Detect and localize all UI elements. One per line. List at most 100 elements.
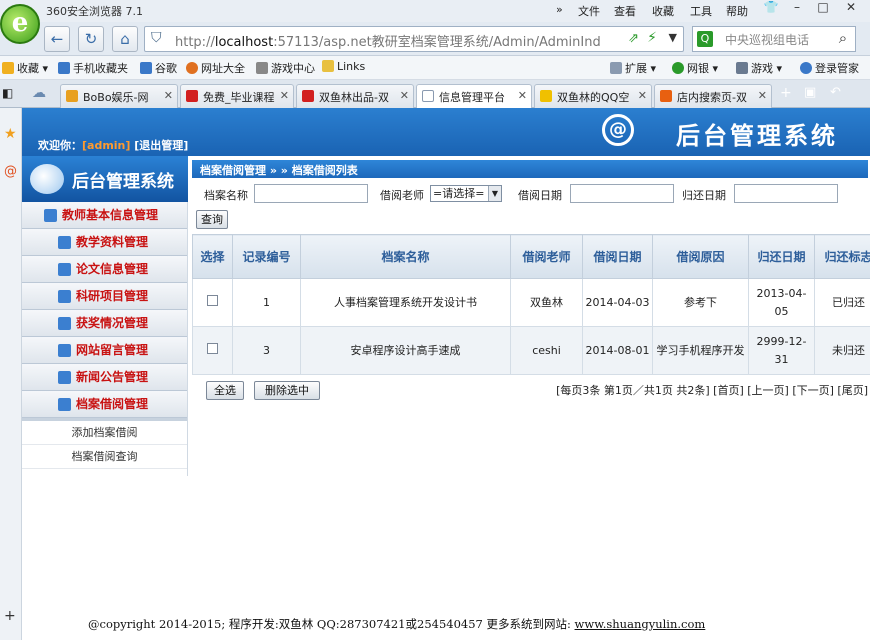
- bookmark-games[interactable]: 游戏 ▾: [736, 60, 782, 76]
- column-header: 借阅原因: [652, 234, 749, 279]
- table-row: 3 安卓程序设计高手速成 ceshi 2014-08-01 学习手机程序开发 2…: [192, 326, 870, 375]
- tab-close-icon[interactable]: ✕: [400, 89, 409, 102]
- skin-icon[interactable]: 👕: [760, 0, 782, 18]
- column-header: 借阅日期: [582, 234, 653, 279]
- archive-name-label: 档案名称: [204, 189, 248, 202]
- teacher-select[interactable]: =请选择= ▼: [430, 185, 502, 202]
- tab-close-icon[interactable]: ✕: [758, 89, 767, 102]
- address-bar[interactable]: ⛉ http://localhost:57113/asp.net教研室档案管理系…: [144, 26, 684, 52]
- tab-favicon-icon: [66, 90, 78, 102]
- cloud-icon[interactable]: ☁: [32, 85, 46, 101]
- bolt-icon[interactable]: ⚡: [647, 30, 657, 46]
- footer-website-link[interactable]: www.shuangyulin.com: [575, 617, 706, 631]
- sidebar-item-research[interactable]: 科研项目管理: [22, 283, 187, 310]
- sidebar-link-add-borrow[interactable]: 添加档案借阅: [22, 421, 187, 445]
- browser-window: 360安全浏览器 7.1 » 文件 查看 收藏 工具 帮助 👕 – □ ✕ e …: [0, 0, 870, 640]
- people-icon: [30, 164, 64, 194]
- tab-list-icon[interactable]: ▣: [804, 85, 816, 100]
- back-icon[interactable]: ←: [44, 26, 70, 52]
- refresh-icon[interactable]: ↻: [78, 26, 104, 52]
- minimize-icon[interactable]: –: [786, 0, 808, 18]
- main-panel: 档案借阅管理 » » 档案借阅列表 档案名称 借阅老师 =请选择= ▼ 借阅日期 …: [192, 156, 870, 616]
- tab-bobo[interactable]: BoBo娱乐-网 ✕: [60, 84, 178, 108]
- borrow-date-input[interactable]: [570, 184, 674, 203]
- close-icon[interactable]: ✕: [840, 0, 862, 18]
- bookmark-favorites[interactable]: 收藏 ▾: [2, 60, 48, 76]
- bookmark-extensions[interactable]: 扩展 ▾: [610, 60, 656, 76]
- menu-favorites[interactable]: 收藏: [652, 3, 674, 19]
- sidebar-logo-text: 后台管理系统: [72, 172, 174, 192]
- chevron-down-icon[interactable]: ▼: [669, 31, 677, 44]
- menu-icon: [58, 344, 71, 357]
- record-id: 3: [232, 326, 301, 375]
- menu-double-arrow-icon[interactable]: »: [556, 3, 563, 16]
- tab-info-platform[interactable]: 信息管理平台 ✕: [416, 84, 532, 109]
- chevron-down-icon[interactable]: ▼: [488, 186, 501, 201]
- logout-link[interactable]: [退出管理]: [134, 139, 188, 152]
- sidebar-item-teaching-material[interactable]: 教学资料管理: [22, 229, 187, 256]
- sidebar-item-awards[interactable]: 获奖情况管理: [22, 310, 187, 337]
- column-header: 选择: [192, 234, 233, 279]
- menu-icon: [58, 263, 71, 276]
- sidebar-toggle-icon[interactable]: ◧: [2, 86, 13, 100]
- sidebar-menu: 教师基本信息管理 教学资料管理 论文信息管理 科研项目管理 获奖情况管理 网站留…: [22, 202, 188, 476]
- archive-name-input[interactable]: [254, 184, 368, 203]
- bookmark-login-manager[interactable]: 登录管家: [800, 60, 859, 76]
- borrow-teacher: 双鱼林: [510, 278, 583, 327]
- menu-help[interactable]: 帮助: [726, 3, 748, 19]
- tab-close-icon[interactable]: ✕: [638, 89, 647, 102]
- sidebar-item-papers[interactable]: 论文信息管理: [22, 256, 187, 283]
- return-date: 2013-04-05: [748, 278, 815, 327]
- query-button[interactable]: 查询: [196, 210, 228, 229]
- sidebar-item-teacher-info[interactable]: 教师基本信息管理: [22, 202, 187, 229]
- menu-icon: [58, 371, 71, 384]
- navigation-bar: ← ↻ ⌂ ⛉ http://localhost:57113/asp.net教研…: [0, 22, 870, 56]
- return-date-input[interactable]: [734, 184, 838, 203]
- sidebar-item-messages[interactable]: 网站留言管理: [22, 337, 187, 364]
- search-icon[interactable]: ⌕: [830, 26, 856, 52]
- tab-close-icon[interactable]: ✕: [164, 89, 173, 102]
- tab-favicon-icon: [660, 90, 672, 102]
- tab-qq-space[interactable]: 双鱼林的QQ空 ✕: [534, 84, 652, 108]
- new-tab-icon[interactable]: +: [780, 85, 792, 101]
- home-icon[interactable]: ⌂: [112, 26, 138, 52]
- user-name: [admin]: [82, 139, 131, 152]
- tab-close-icon[interactable]: ✕: [518, 89, 527, 102]
- bookmark-games-center[interactable]: 游戏中心: [256, 60, 315, 76]
- row-checkbox[interactable]: [207, 342, 218, 354]
- bookmark-google[interactable]: 谷歌: [140, 60, 177, 76]
- sidebar-submenu: 添加档案借阅 档案借阅查询: [22, 418, 187, 469]
- pagination[interactable]: [每页3条 第1页／共1页 共2条] [首页] [上一页] [下一页] [尾页]: [556, 382, 868, 398]
- sidebar-item-news[interactable]: 新闻公告管理: [22, 364, 187, 391]
- delete-selected-button[interactable]: 删除选中: [254, 381, 320, 400]
- at-icon[interactable]: @: [4, 164, 17, 179]
- menu-icon: [58, 290, 71, 303]
- borrow-table: 选择 记录编号 档案名称 借阅老师 借阅日期 借阅原因 归还日期 归还标志 操作: [192, 234, 870, 375]
- undo-close-icon[interactable]: ↶: [830, 85, 841, 100]
- tab-free-course[interactable]: 免费_毕业课程 ✕: [180, 84, 294, 108]
- row-checkbox[interactable]: [207, 294, 218, 306]
- tab-shuangyulin[interactable]: 双鱼林出品-双 ✕: [296, 84, 414, 108]
- menu-icon: [58, 236, 71, 249]
- select-all-button[interactable]: 全选: [206, 381, 244, 400]
- tab-shop-search[interactable]: 店内搜索页-双 ✕: [654, 84, 772, 108]
- star-icon[interactable]: ★: [4, 126, 17, 142]
- bookmark-links[interactable]: Links: [322, 60, 365, 73]
- share-icon[interactable]: ⇗: [628, 31, 639, 46]
- sidebar-item-archive-borrow[interactable]: 档案借阅管理: [22, 391, 187, 418]
- address-text[interactable]: http://localhost:57113/asp.net教研室档案管理系统/…: [175, 31, 615, 50]
- bookmark-bank[interactable]: 网银 ▾: [672, 60, 718, 76]
- menu-view[interactable]: 查看: [614, 3, 636, 19]
- bookmarks-bar: 收藏 ▾ 手机收藏夹 谷歌 网址大全 游戏中心 Links 扩展 ▾ 网银 ▾ …: [0, 56, 870, 80]
- tab-close-icon[interactable]: ✕: [280, 89, 289, 102]
- bookmark-portal[interactable]: 网址大全: [186, 60, 245, 76]
- add-icon[interactable]: +: [4, 608, 16, 624]
- title-bar: 360安全浏览器 7.1 » 文件 查看 收藏 工具 帮助 👕 – □ ✕: [0, 0, 870, 22]
- maximize-icon[interactable]: □: [812, 0, 834, 18]
- bookmark-mobile[interactable]: 手机收藏夹: [58, 60, 128, 76]
- archive-name: 人事档案管理系统开发设计书: [300, 278, 511, 327]
- sidebar-link-query-borrow[interactable]: 档案借阅查询: [22, 445, 187, 469]
- search-engine-icon[interactable]: Q: [697, 31, 713, 47]
- menu-tools[interactable]: 工具: [690, 3, 712, 19]
- menu-file[interactable]: 文件: [578, 3, 600, 19]
